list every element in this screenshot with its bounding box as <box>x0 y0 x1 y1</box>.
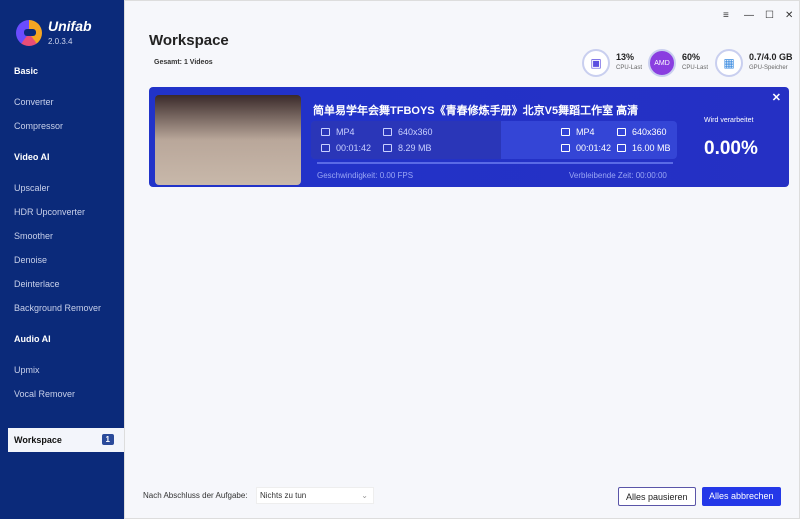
workspace-count-badge: 1 <box>101 434 114 445</box>
folder-icon <box>383 144 392 152</box>
pause-all-button[interactable]: Alles pausieren <box>618 487 696 506</box>
gpu-icon: ▦ <box>715 49 743 77</box>
abort-all-button[interactable]: Alles abbrechen <box>702 487 781 506</box>
workspace-label: Workspace <box>14 435 62 445</box>
task-card: 简单易学年会舞TFBOYS《青春修炼手册》北京V5舞蹈工作室 高清 MP4 64… <box>149 87 789 187</box>
page-title: Workspace <box>149 32 229 49</box>
amd-label: CPU-Last <box>682 65 709 71</box>
sidebar-item-denoise[interactable]: Denoise <box>14 255 47 265</box>
close-window-button[interactable]: ✕ <box>785 10 793 21</box>
output-resolution: 640x360 <box>632 127 667 137</box>
chevron-down-icon: ⌄ <box>361 491 368 500</box>
app-name: Unifab <box>48 18 92 34</box>
format-icon <box>561 128 570 136</box>
gpu-value: 0.7/4.0 GB <box>749 52 793 62</box>
video-thumbnail[interactable] <box>155 95 301 185</box>
sidebar-item-converter[interactable]: Converter <box>14 97 54 107</box>
video-count: Gesamt: 1 Videos <box>154 59 213 66</box>
sidebar-item-workspace[interactable]: Workspace 1 <box>5 428 124 452</box>
resolution-icon <box>617 128 626 136</box>
speed-text: Geschwindigkeit: 0.00 FPS <box>317 171 414 180</box>
cpu-icon: ▣ <box>582 49 610 77</box>
sidebar-item-hdr-upconverter[interactable]: HDR Upconverter <box>14 207 85 217</box>
app-version: 2.0.3.4 <box>48 37 73 46</box>
main-panel: ≡ — ☐ ✕ Workspace Gesamt: 1 Videos ▣ 13% C… <box>124 0 800 519</box>
duration-icon <box>321 144 330 152</box>
remaining-time: Verbleibende Zeit: 00:00:00 <box>569 171 667 180</box>
sidebar-item-background-remover[interactable]: Background Remover <box>14 303 101 313</box>
sidebar-item-upscaler[interactable]: Upscaler <box>14 183 50 193</box>
after-task-value: Nichts zu tun <box>260 491 307 500</box>
section-basic: Basic <box>14 66 39 76</box>
duration-icon <box>561 144 570 152</box>
conversion-info: MP4 640x360 00:01:42 8.29 MB MP4 640x360… <box>311 121 677 159</box>
close-task-button[interactable]: ✕ <box>772 91 781 104</box>
cpu-label: CPU-Last <box>616 65 643 71</box>
sidebar-item-compressor[interactable]: Compressor <box>14 121 63 131</box>
output-duration: 00:01:42 <box>576 143 612 153</box>
minimize-button[interactable]: — <box>744 10 754 21</box>
resolution-icon <box>383 128 392 136</box>
source-resolution: 640x360 <box>398 127 433 137</box>
source-format: MP4 <box>336 127 355 137</box>
menu-button[interactable]: ≡ <box>723 10 729 21</box>
section-audio-ai: Audio AI <box>14 334 51 344</box>
amd-value: 60% <box>682 52 701 62</box>
section-video-ai: Video AI <box>14 152 50 162</box>
progress-bar <box>317 162 673 164</box>
source-size: 8.29 MB <box>398 143 432 153</box>
progress-percent: 0.00% <box>704 138 758 159</box>
cpu-value: 13% <box>616 52 635 62</box>
amd-icon: AMD <box>648 49 676 77</box>
sidebar-item-smoother[interactable]: Smoother <box>14 231 53 241</box>
after-task-label: Nach Abschluss der Aufgabe: <box>143 491 248 500</box>
sidebar-item-upmix[interactable]: Upmix <box>14 365 40 375</box>
source-duration: 00:01:42 <box>336 143 372 153</box>
gpu-stat: ▦ 0.7/4.0 GB GPU-Speicher <box>715 49 800 79</box>
output-format: MP4 <box>576 127 595 137</box>
format-icon <box>321 128 330 136</box>
status-label: Wird verarbeitet <box>704 117 754 124</box>
sidebar-item-vocal-remover[interactable]: Vocal Remover <box>14 389 75 399</box>
output-size: 16.00 MB <box>632 143 671 153</box>
maximize-button[interactable]: ☐ <box>765 10 774 21</box>
sidebar-item-deinterlace[interactable]: Deinterlace <box>14 279 60 289</box>
folder-icon <box>617 144 626 152</box>
gpu-label: GPU-Speicher <box>749 65 788 71</box>
unifab-logo-icon <box>16 20 42 46</box>
after-task-select[interactable]: Nichts zu tun ⌄ <box>256 487 374 504</box>
sidebar: Unifab 2.0.3.4 Basic Converter Compresso… <box>0 0 124 519</box>
video-title: 简单易学年会舞TFBOYS《青春修炼手册》北京V5舞蹈工作室 高清 <box>313 105 639 117</box>
